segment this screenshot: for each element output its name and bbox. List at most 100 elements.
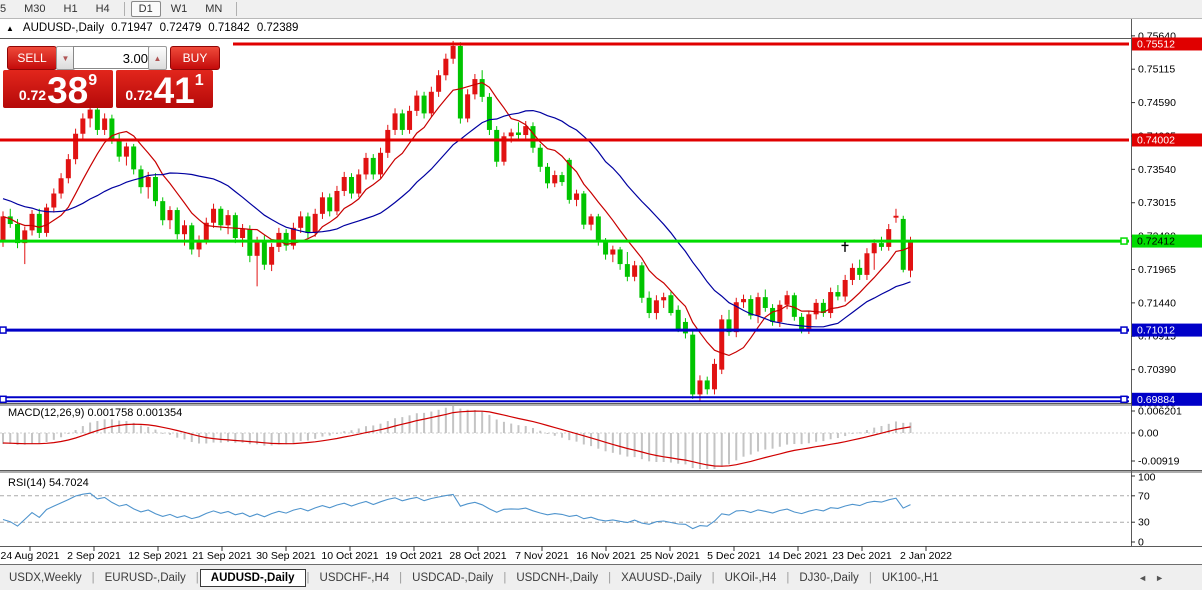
macd-bar — [655, 433, 658, 462]
timeframe-button-d1[interactable]: D1 — [130, 1, 161, 17]
timeframe-button-5[interactable]: 5 — [0, 1, 14, 17]
ohlc-open: 0.71947 — [111, 22, 153, 34]
candle-body — [298, 216, 304, 228]
macd-bar — [531, 428, 534, 433]
chart-tab-ukoil[interactable]: UKOil-,H4 — [716, 569, 786, 587]
candle-body — [711, 363, 717, 390]
collapse-triangle-icon[interactable]: ▲ — [6, 24, 14, 33]
candle-body — [908, 242, 913, 271]
macd-bar — [31, 433, 34, 444]
candle-body — [152, 176, 158, 202]
buy-price-big: 41 — [153, 70, 195, 111]
candle-body — [211, 208, 217, 223]
date-tick-label: 10 Oct 2021 — [321, 550, 378, 562]
buy-price-box[interactable]: 0.72 41 1 — [116, 70, 213, 111]
timeframe-button-m30[interactable]: M30 — [16, 1, 53, 17]
candle-body — [341, 176, 347, 191]
candle-body — [370, 157, 376, 175]
date-tick-label: 28 Oct 2021 — [449, 550, 506, 562]
rsi-axis-label: 100 — [1138, 472, 1156, 484]
macd-bar — [757, 433, 760, 452]
candle-body — [348, 176, 354, 194]
macd-bar — [807, 433, 810, 444]
line-handle[interactable] — [0, 326, 7, 334]
macd-bar — [81, 426, 84, 433]
candle-body — [356, 174, 362, 194]
tab-scroll-arrows[interactable]: ◄► — [1138, 573, 1172, 583]
timeframe-button-h4[interactable]: H4 — [88, 1, 118, 17]
macd-bar — [880, 426, 883, 433]
candle-body — [653, 300, 659, 314]
line-handle[interactable] — [1120, 237, 1128, 245]
candle-body — [327, 197, 333, 212]
volume-input[interactable] — [73, 46, 153, 69]
candle-body — [595, 216, 601, 242]
buy-price-small: 0.72 — [125, 87, 153, 103]
chart-tab-uk100[interactable]: UK100-,H1 — [873, 569, 948, 587]
macd-bar — [408, 415, 411, 433]
macd-bar — [212, 433, 215, 443]
timeframe-button-h1[interactable]: H1 — [56, 1, 86, 17]
macd-bar — [713, 433, 716, 469]
macd-bar — [306, 433, 309, 441]
candle-body — [486, 96, 492, 130]
chart-tab-usdcad[interactable]: USDCAD-,Daily — [403, 569, 502, 587]
macd-bar — [488, 414, 491, 433]
macd-bar — [894, 421, 897, 433]
buy-button[interactable]: BUY — [170, 46, 220, 70]
macd-bar — [909, 422, 912, 433]
macd-bar — [502, 421, 505, 433]
timeframe-toolbar: 5 M30 H1 H4 D1 W1 MN — [0, 0, 1202, 19]
macd-bar — [619, 433, 622, 455]
chart-symbol-label: AUDUSD-,Daily — [22, 22, 105, 34]
macd-bar — [844, 433, 847, 437]
candle-body — [770, 307, 776, 322]
macd-panel: 0.006201 0.00 -0.00919 MACD(12,26,9) 0.0017… — [0, 406, 1182, 469]
line-handle[interactable] — [1120, 326, 1128, 334]
line-handle[interactable] — [1120, 395, 1128, 404]
candle-body — [864, 253, 870, 275]
chart-tab-eurusd[interactable]: EURUSD-,Daily — [96, 569, 195, 587]
sell-button[interactable]: SELL — [7, 46, 57, 70]
candle-body — [269, 246, 275, 265]
chart-tab-usdcnh[interactable]: USDCNH-,Daily — [507, 569, 607, 587]
macd-bar — [321, 433, 324, 437]
candle-body — [617, 249, 623, 265]
candle-body — [414, 95, 420, 111]
macd-bar — [2, 433, 4, 444]
order-marker — [841, 241, 849, 252]
macd-bar — [161, 432, 164, 434]
macd-bar — [590, 433, 593, 447]
macd-bar — [437, 409, 440, 433]
chart-tab-usdchf[interactable]: USDCHF-,H4 — [311, 569, 399, 587]
date-tick-label: 2 Jan 2022 — [900, 550, 952, 562]
macd-bar — [125, 421, 128, 433]
timeframe-button-mn[interactable]: MN — [197, 1, 230, 17]
chart-tab-usdx[interactable]: USDX,Weekly — [0, 569, 91, 587]
candle-body — [777, 304, 783, 322]
chart-tab-dj30[interactable]: DJ30-,Daily — [790, 569, 867, 587]
candle-body — [675, 309, 681, 331]
rsi-axis-label: 30 — [1138, 517, 1150, 529]
chart-tab-xauusd[interactable]: XAUUSD-,Daily — [612, 569, 711, 587]
rsi-label: RSI(14) 54.7024 — [8, 477, 89, 489]
macd-bar — [815, 433, 818, 442]
macd-bar — [836, 433, 839, 439]
volume-increase-button[interactable]: ▲ — [148, 46, 167, 70]
candle-body — [791, 295, 797, 317]
macd-bar — [546, 433, 549, 434]
sell-price-box[interactable]: 0.72 38 9 — [3, 70, 113, 109]
macd-bar — [720, 433, 723, 467]
candle-body — [123, 146, 129, 157]
macd-bar — [873, 427, 876, 433]
hline-price-text: 0.72412 — [1137, 236, 1175, 248]
price-tick-label: 0.71965 — [1138, 264, 1176, 276]
chart-tab-audusd[interactable]: AUDUSD-,Daily — [199, 569, 306, 587]
price-tick-label: 0.71440 — [1138, 297, 1176, 309]
macd-bar — [517, 425, 520, 433]
macd-bar — [386, 421, 389, 433]
line-handle[interactable] — [0, 395, 7, 404]
timeframe-button-w1[interactable]: W1 — [163, 1, 196, 17]
macd-bar — [45, 433, 48, 442]
candle-body — [450, 46, 456, 59]
